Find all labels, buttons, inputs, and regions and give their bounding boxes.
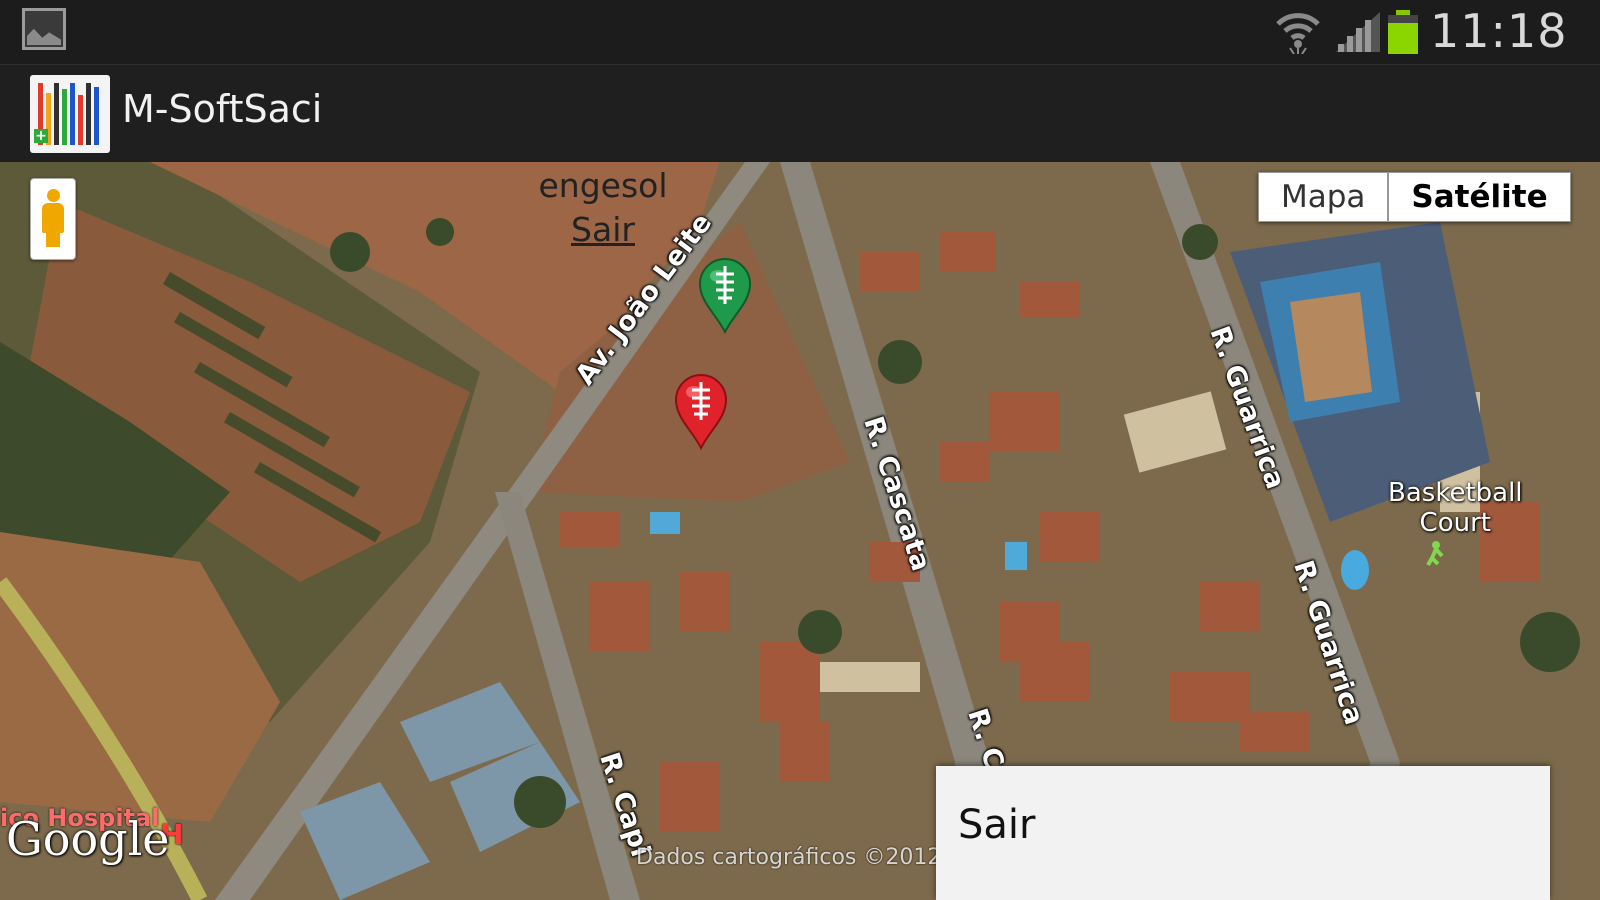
app-title: M-SoftSaci (122, 87, 323, 131)
poi-label-line-2: Court (1419, 508, 1491, 538)
map-attribution: Dados cartográficos ©2012 (636, 845, 942, 870)
status-time: 11:18 (1430, 4, 1568, 58)
options-menu: Sair (936, 766, 1550, 900)
info-window: engesol Sair (528, 164, 678, 252)
map-type-satelite-button[interactable]: Satélite (1388, 172, 1571, 222)
google-logo: Google (6, 812, 170, 866)
green-marker[interactable] (698, 258, 752, 334)
street-view-pegman-button[interactable] (30, 178, 76, 260)
info-window-title: engesol (538, 166, 668, 205)
map-type-mapa-button[interactable]: Mapa (1258, 172, 1389, 222)
battery-icon (1388, 10, 1418, 54)
battery-level (1388, 22, 1418, 54)
red-marker[interactable] (674, 374, 728, 450)
menu-item-sair[interactable]: Sair (958, 802, 1035, 848)
poi-sport-icon (1426, 541, 1444, 566)
action-bar: + M-SoftSaci (0, 64, 1600, 163)
poi-basketball-court: Basketball Court (1388, 478, 1523, 538)
app-logo-icon[interactable]: + (30, 75, 110, 153)
poi-label-line-1: Basketball (1388, 478, 1523, 508)
info-window-sair-link[interactable]: Sair (528, 208, 678, 252)
wifi-icon (1276, 13, 1320, 54)
status-bar: 11:18 (0, 0, 1600, 64)
gallery-notification-icon (22, 8, 66, 50)
map-type-control: Mapa Satélite (1258, 172, 1571, 222)
signal-icon (1336, 12, 1380, 52)
